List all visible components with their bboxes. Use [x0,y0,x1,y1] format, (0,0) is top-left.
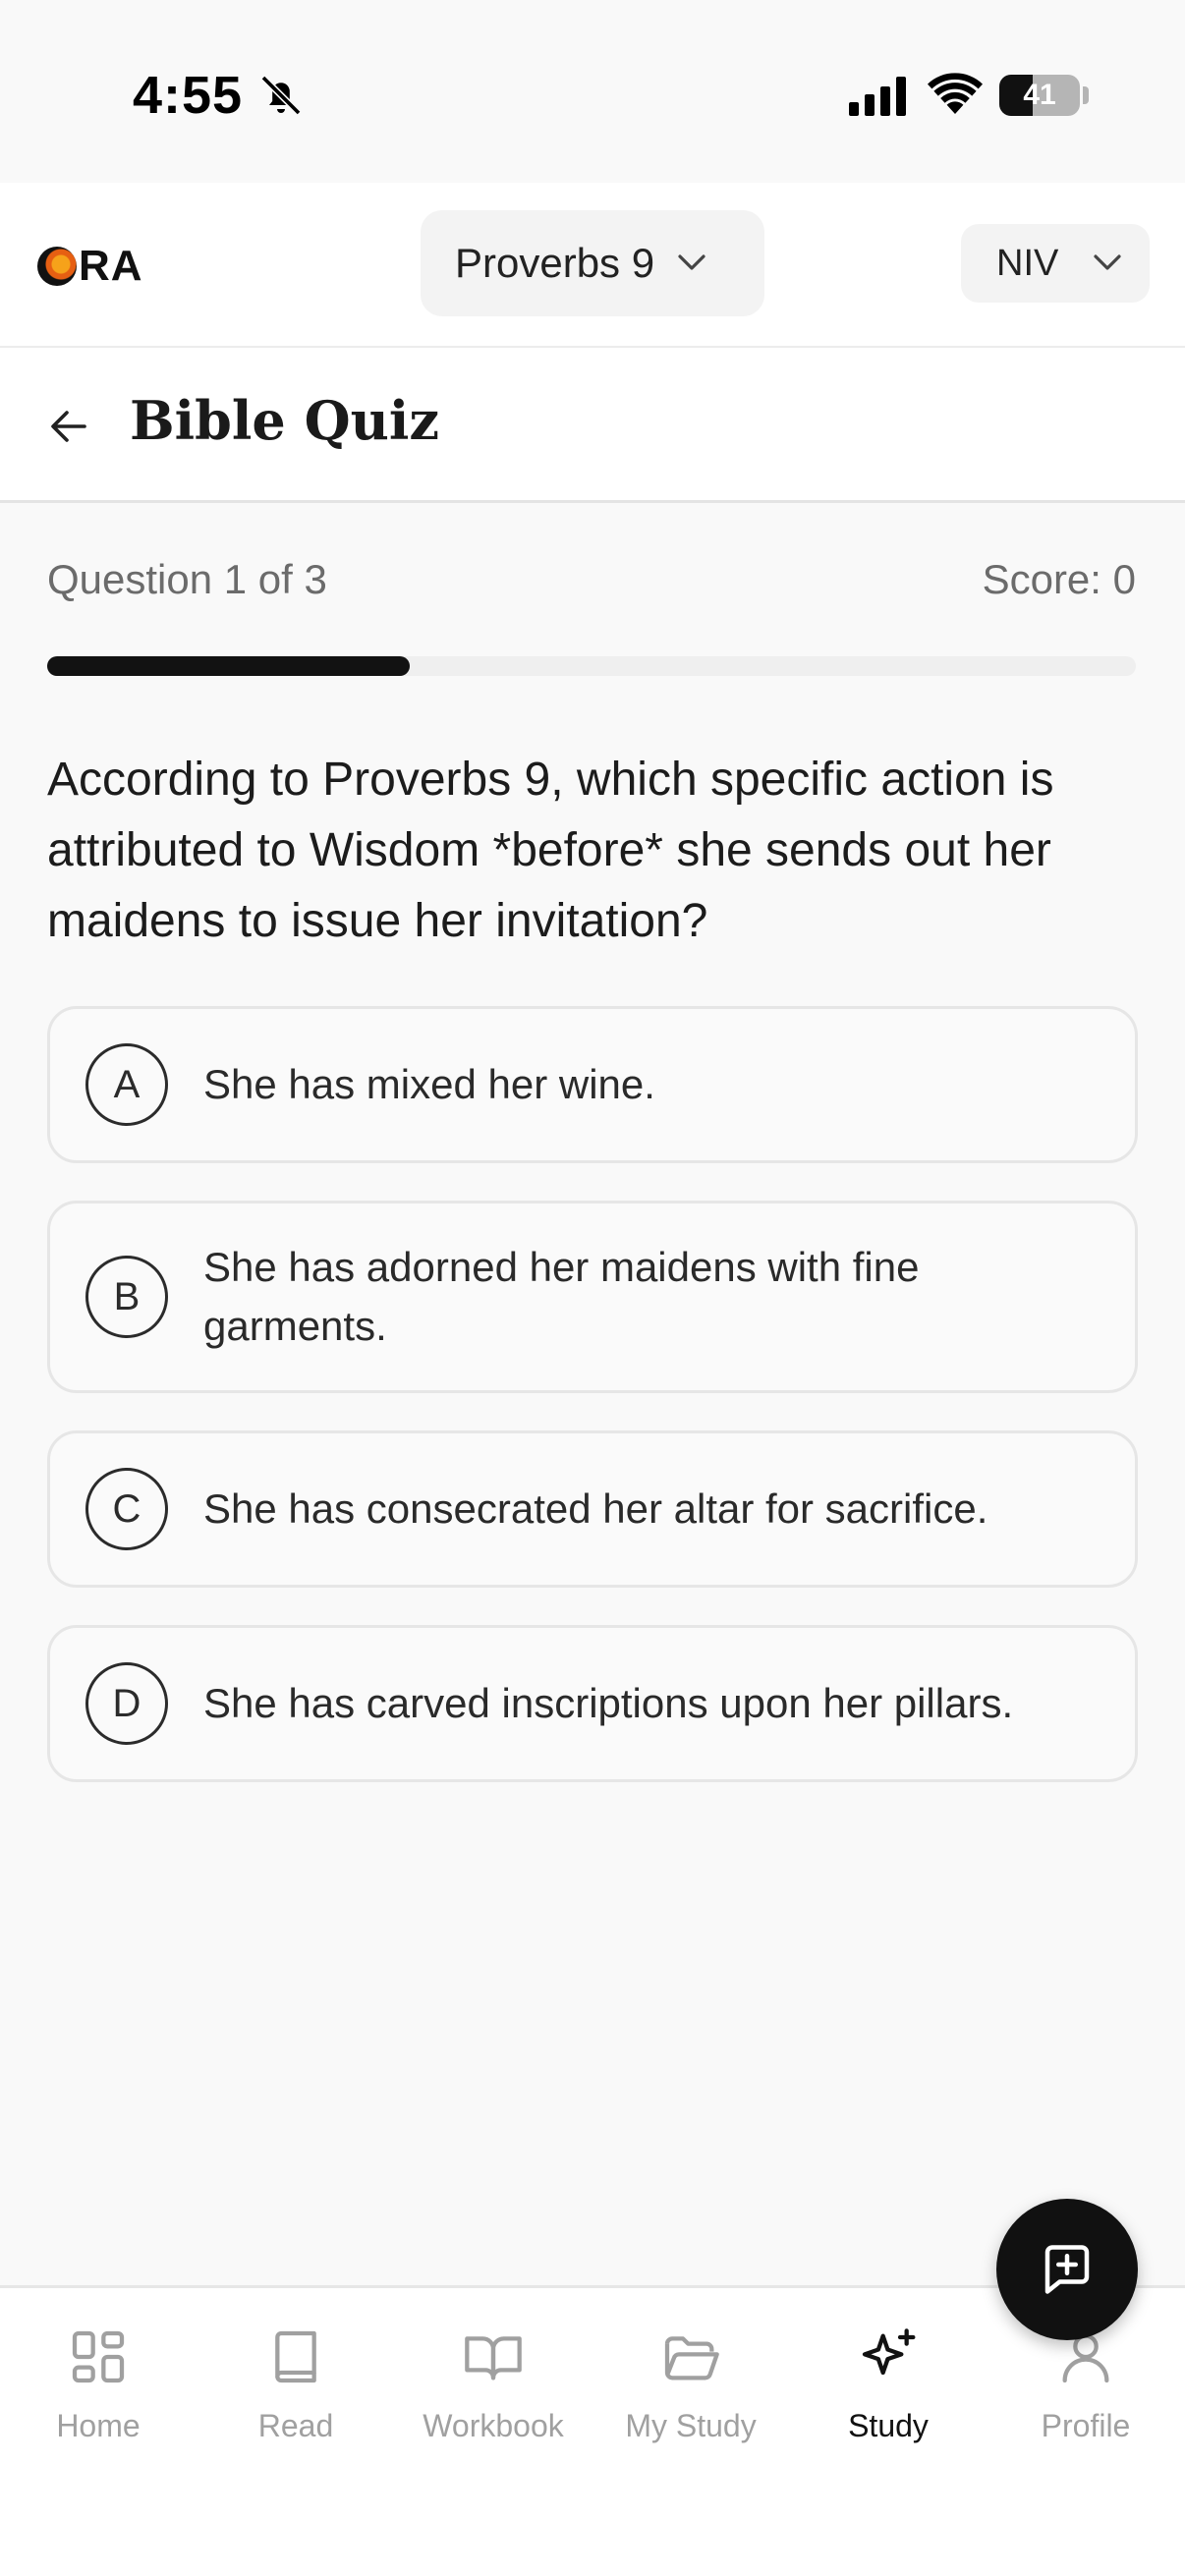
signal-icon [849,77,906,116]
page-title: Bible Quiz [130,389,440,452]
chevron-down-icon [678,254,705,270]
logo: RA [37,242,143,291]
bottom-nav: Home Read Workbook My Study Study Profil… [0,2285,1185,2576]
logo-text: RA [79,242,143,290]
chat-plus-icon [1044,2245,1090,2294]
open-book-icon [465,2336,522,2380]
option-text: She has adorned her maidens with fine ga… [203,1244,920,1349]
answer-option-a[interactable]: A She has mixed her wine. [47,1006,1138,1163]
wifi-icon [928,73,983,114]
book-selector[interactable]: Proverbs 9 [421,210,764,316]
bell-off-icon [260,75,302,116]
nav-label: Home [56,2408,141,2443]
nav-item-home[interactable]: Home [0,2325,197,2473]
answer-option-b[interactable]: B She has adorned her maidens with fine … [47,1201,1138,1393]
option-text: She has carved inscriptions upon her pil… [203,1680,1014,1726]
quiz-progress-bar [47,656,1136,676]
back-arrow-icon[interactable] [49,407,88,446]
chevron-down-icon [1094,254,1121,270]
option-letter-badge: C [85,1468,168,1550]
status-time: 4:55 [133,66,244,125]
answer-option-d[interactable]: D She has carved inscriptions upon her p… [47,1625,1138,1782]
nav-label: Profile [1041,2408,1131,2443]
question-text: According to Proverbs 9, which specific … [47,754,1054,947]
sparkles-icon [862,2328,916,2376]
nav-item-workbook[interactable]: Workbook [395,2325,592,2473]
version-selector-label: NIV [996,242,1059,284]
nav-item-my-study[interactable]: My Study [592,2325,789,2473]
answer-option-c[interactable]: C She has consecrated her altar for sacr… [47,1430,1138,1588]
book-icon [275,2330,316,2383]
battery-icon: 41 [999,75,1080,116]
nav-label: Study [848,2408,929,2443]
battery-level: 41 [1023,79,1056,111]
nav-label: Workbook [423,2408,564,2443]
option-text: She has mixed her wine. [203,1061,655,1107]
grid-icon [72,2330,125,2383]
battery-tip [1083,86,1089,104]
quiz-progress-fill [47,656,411,676]
book-selector-label: Proverbs 9 [455,240,655,286]
folder-icon [664,2336,719,2380]
status-bar: 4:55 41 [0,0,1185,183]
nav-label: My Study [625,2408,757,2443]
nav-item-profile[interactable]: Profile [988,2325,1184,2473]
nav-item-read[interactable]: Read [198,2325,394,2473]
option-letter-badge: A [85,1043,168,1126]
new-chat-button[interactable] [996,2199,1138,2340]
question-counter: Question 1 of 3 [47,556,327,602]
logo-mark [37,247,77,286]
nav-item-study[interactable]: Study [790,2325,987,2473]
nav-label: Read [257,2408,334,2443]
option-letter-badge: B [85,1256,168,1338]
option-text: She has consecrated her altar for sacrif… [203,1485,988,1532]
score-label: Score: 0 [982,556,1136,602]
app-header: RA Proverbs 9 NIV [0,183,1185,348]
title-bar: Bible Quiz [0,348,1185,503]
option-letter-badge: D [85,1662,168,1745]
version-selector[interactable]: NIV [961,224,1150,303]
